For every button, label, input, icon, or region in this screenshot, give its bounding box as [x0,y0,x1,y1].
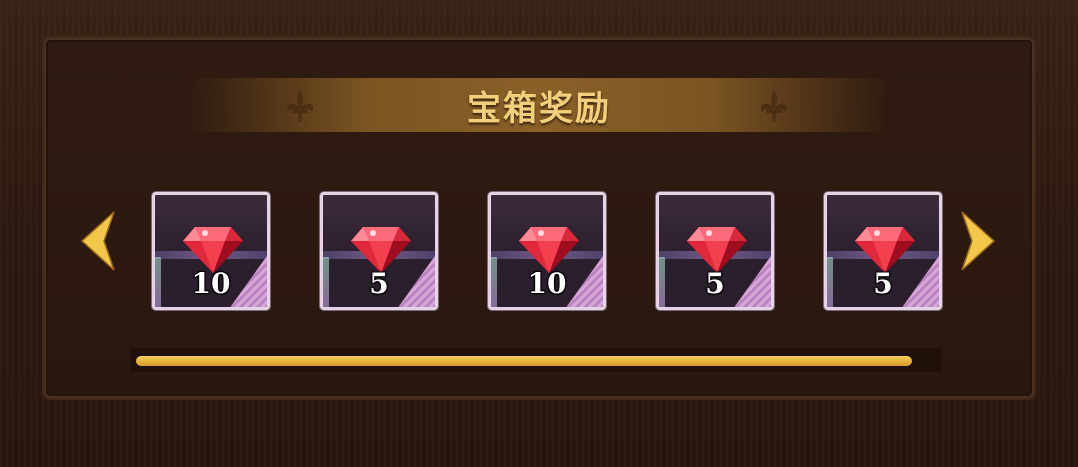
reward-slot[interactable]: 10 [488,192,606,310]
reward-quantity: 10 [527,267,567,300]
reward-slot[interactable]: 5 [656,192,774,310]
next-arrow-button[interactable] [958,210,998,272]
reward-quantity: 10 [191,267,231,300]
reward-slot[interactable]: 5 [824,192,942,310]
prev-arrow-button[interactable] [78,210,118,272]
reward-slot[interactable]: 5 [320,192,438,310]
reward-quantity: 5 [705,267,725,300]
reward-quantity: 5 [873,267,893,300]
reward-quantity: 5 [369,267,389,300]
progress-track [130,348,942,372]
reward-slot[interactable]: 10 [152,192,270,310]
progress-fill [136,356,912,366]
fleur-de-lis-right-icon [760,90,788,122]
panel-title: 宝箱奖励 [467,88,611,129]
fleur-de-lis-left-icon [286,90,314,122]
